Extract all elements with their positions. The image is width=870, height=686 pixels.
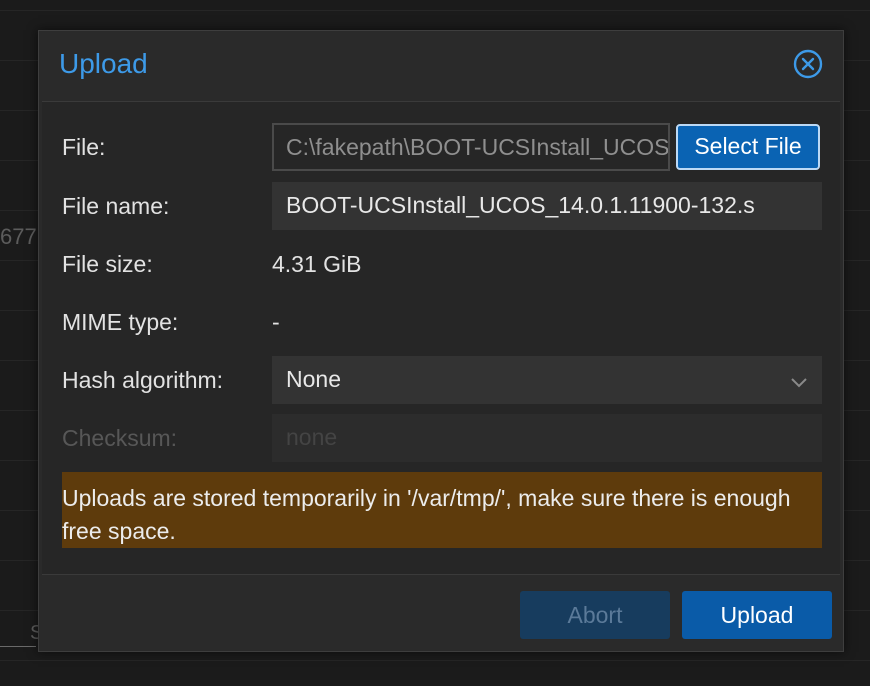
- file-size-label: File size:: [62, 251, 153, 277]
- file-label: File:: [62, 134, 106, 160]
- warning-message: Uploads are stored temporarily in '/var/…: [62, 472, 822, 548]
- upload-dialog: Upload File: C:\fakepath\BOOT-UCSInstall…: [38, 30, 844, 652]
- file-name-input[interactable]: BOOT-UCSInstall_UCOS_14.0.1.11900-132.s: [272, 182, 822, 230]
- mime-type-value: -: [272, 309, 280, 335]
- background-divider: [0, 660, 870, 661]
- hash-algorithm-value: None: [286, 366, 341, 392]
- mime-type-label: MIME type:: [62, 309, 179, 335]
- dialog-title: Upload: [59, 48, 148, 79]
- file-size-value: 4.31 GiB: [272, 251, 362, 277]
- background-text-fragment: 677: [0, 224, 37, 249]
- close-icon[interactable]: [793, 49, 823, 79]
- checksum-field: none: [272, 414, 822, 462]
- abort-button[interactable]: Abort: [520, 591, 670, 639]
- hash-algorithm-select[interactable]: None: [272, 356, 822, 404]
- background-underline: [0, 646, 36, 647]
- file-path-field: C:\fakepath\BOOT-UCSInstall_UCOS_14.0.1.…: [272, 123, 670, 171]
- background-divider: [0, 10, 870, 11]
- checksum-label: Checksum:: [62, 425, 178, 451]
- chevron-down-icon: [790, 370, 808, 388]
- dialog-body: File: C:\fakepath\BOOT-UCSInstall_UCOS_1…: [42, 101, 840, 575]
- file-name-label: File name:: [62, 193, 170, 219]
- select-file-button[interactable]: Select File: [676, 124, 820, 170]
- upload-button[interactable]: Upload: [682, 591, 832, 639]
- hash-algorithm-label: Hash algorithm:: [62, 367, 224, 393]
